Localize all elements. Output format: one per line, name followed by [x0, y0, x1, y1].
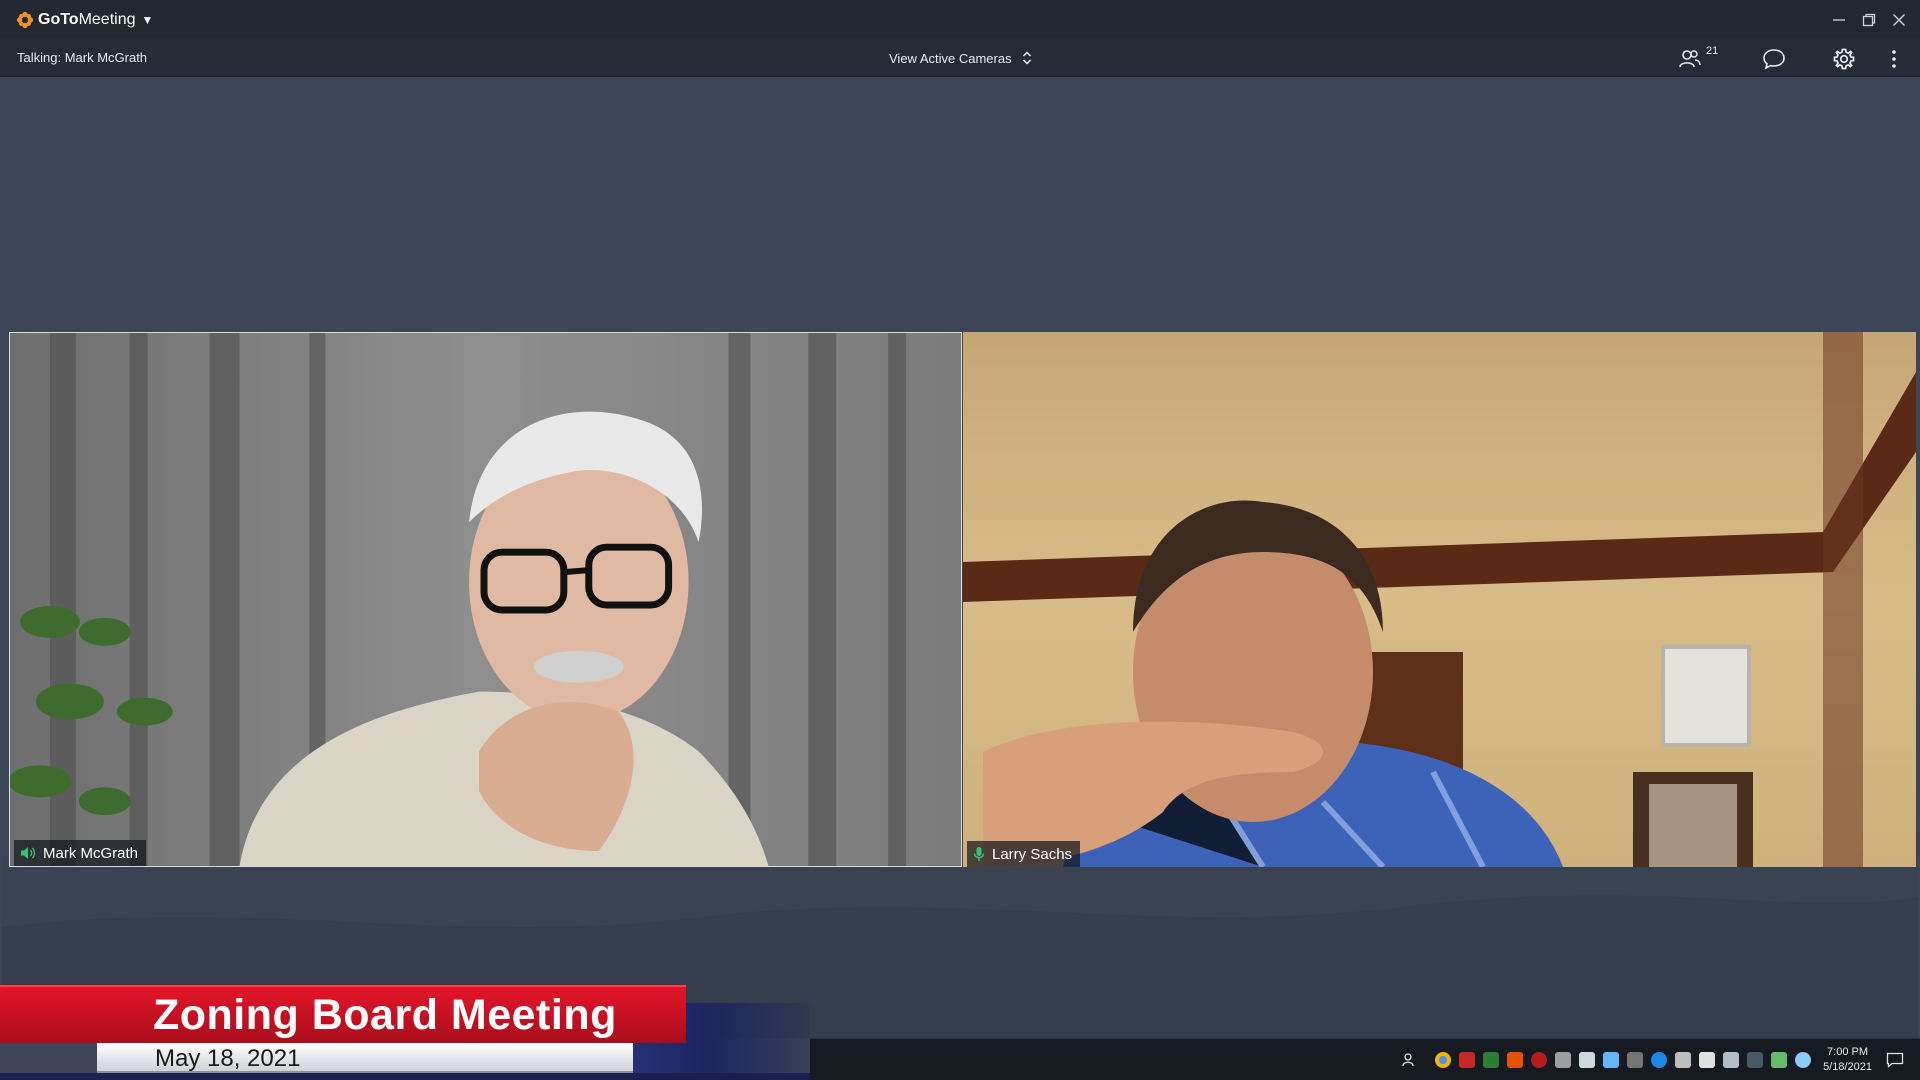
meeting-date: May 18, 2021 [155, 1045, 301, 1072]
broadcast-lower-third: Zoning Board Meeting May 18, 2021 [0, 985, 820, 1080]
mute-notification-tray-icon[interactable] [1627, 1052, 1644, 1068]
chat-button[interactable] [1761, 46, 1787, 72]
battery-tray-icon[interactable] [1699, 1052, 1716, 1068]
people-icon [1679, 50, 1701, 68]
kebab-menu-icon [1892, 50, 1896, 68]
windows-taskbar: 7:00 PM 5/18/2021 [810, 1038, 1920, 1080]
people-pin-icon[interactable] [1401, 1052, 1417, 1068]
banner-base-strip [0, 1073, 820, 1080]
restore-icon [1862, 13, 1876, 26]
clock-time: 7:00 PM [1827, 1046, 1869, 1058]
sort-arrows-icon [1022, 51, 1031, 65]
talking-indicator: Talking: Mark McGrath [17, 50, 148, 65]
bug-tray-icon[interactable] [1531, 1052, 1548, 1068]
settings-button[interactable] [1831, 46, 1857, 72]
gotomeeting-window: GoTo Meeting ▼ Talking: Mark McGrath View… [0, 0, 1920, 1080]
chevron-down-icon: ▼ [141, 12, 154, 27]
attendee-count-badge: 21 [1706, 45, 1719, 57]
chat-bubble-icon [1763, 49, 1785, 70]
minimize-button[interactable] [1824, 5, 1854, 35]
participant-name: Mark McGrath [43, 844, 139, 862]
minimize-icon [1833, 18, 1845, 21]
participant-video-feed [963, 332, 1916, 867]
display-tray-icon[interactable] [1723, 1052, 1740, 1068]
video-stage: Mark McGrath Larry Sachs [2, 77, 1918, 1038]
taskbar-clock[interactable]: 7:00 PM 5/18/2021 [1823, 1045, 1872, 1075]
close-icon [1893, 13, 1905, 26]
drive-tray-icon[interactable] [1579, 1052, 1596, 1068]
participant-name: Larry Sachs [992, 845, 1073, 863]
network-tray-icon[interactable] [1483, 1052, 1500, 1068]
attendees-button[interactable] [1677, 46, 1703, 72]
globe-tray-icon[interactable] [1795, 1052, 1812, 1068]
wifi-tray-icon[interactable] [1771, 1052, 1788, 1068]
more-options-button[interactable] [1881, 46, 1907, 72]
volume-tray-icon[interactable] [1675, 1052, 1692, 1068]
brand-meeting: Meeting [78, 10, 136, 28]
participant-name-tag: Mark McGrath [14, 840, 147, 866]
printer-tray-icon[interactable] [1555, 1052, 1572, 1068]
clock-date: 5/18/2021 [1823, 1061, 1872, 1073]
participant-video-feed [10, 333, 961, 866]
action-center-icon[interactable] [1886, 1052, 1904, 1068]
app-menu-button[interactable]: GoTo Meeting ▼ [16, 11, 153, 29]
view-cameras-label: View Active Cameras [889, 50, 1012, 66]
banner-title-bar: Zoning Board Meeting [0, 985, 686, 1043]
restore-button[interactable] [1854, 5, 1884, 35]
participant-name-tag: Larry Sachs [967, 841, 1081, 867]
chrome-tray-icon[interactable] [1435, 1052, 1452, 1068]
speaker-icon [20, 846, 36, 860]
gotomeeting-logo-icon [16, 11, 34, 28]
window-controls [1824, 0, 1914, 39]
microphone-icon [973, 846, 985, 862]
system-tray: 7:00 PM 5/18/2021 [1401, 1039, 1920, 1080]
security-tray-icon[interactable] [1459, 1052, 1476, 1068]
meeting-title: Zoning Board Meeting [153, 991, 617, 1039]
language-tray-icon[interactable] [1747, 1052, 1764, 1068]
app-tray-icon[interactable] [1507, 1052, 1524, 1068]
video-tile-mark-mcgrath[interactable]: Mark McGrath [9, 332, 962, 867]
close-button[interactable] [1884, 5, 1914, 35]
view-cameras-dropdown[interactable]: View Active Cameras [889, 39, 1032, 77]
cloud-tray-icon[interactable] [1603, 1052, 1620, 1068]
banner-date-bar: May 18, 2021 [97, 1043, 633, 1073]
video-tile-larry-sachs[interactable]: Larry Sachs [963, 332, 1916, 867]
meeting-toolbar: Talking: Mark McGrath View Active Camera… [0, 39, 1920, 77]
bluetooth-tray-icon[interactable] [1651, 1052, 1668, 1068]
gear-icon [1833, 48, 1855, 70]
brand-goto: GoTo [38, 10, 79, 28]
title-bar: GoTo Meeting ▼ [0, 0, 1920, 39]
